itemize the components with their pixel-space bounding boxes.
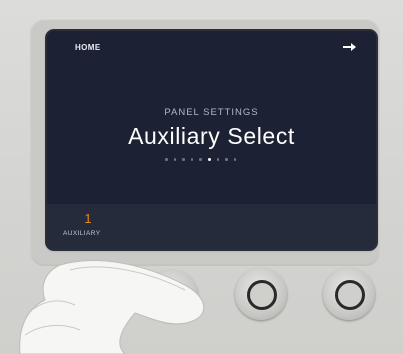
menu-subtitle: PANEL SETTINGS <box>164 107 259 118</box>
page-dot <box>233 158 236 161</box>
rotary-knob-2[interactable] <box>146 270 198 322</box>
auxiliary-label: AUXILIARY <box>63 230 101 237</box>
lcd-screen: HOME PANEL SETTINGS Auxiliary Select 1 A… <box>47 31 376 249</box>
rotary-knob-3[interactable] <box>235 268 287 320</box>
page-dot <box>225 158 228 161</box>
page-dot <box>173 158 176 161</box>
page-dot <box>199 158 202 161</box>
page-indicator <box>165 158 236 161</box>
rotary-knob-4[interactable] <box>323 268 375 320</box>
page-dot <box>190 158 193 161</box>
home-button[interactable]: HOME <box>75 43 101 52</box>
menu-title: Auxiliary Select <box>128 123 295 149</box>
page-dot <box>165 158 168 161</box>
page-dot-active <box>207 158 211 161</box>
arrow-right-icon[interactable] <box>342 41 358 53</box>
page-dot <box>182 158 185 161</box>
rotary-knob-1[interactable] <box>46 270 98 322</box>
auxiliary-value: 1 <box>84 211 92 226</box>
page-dot <box>216 158 219 161</box>
